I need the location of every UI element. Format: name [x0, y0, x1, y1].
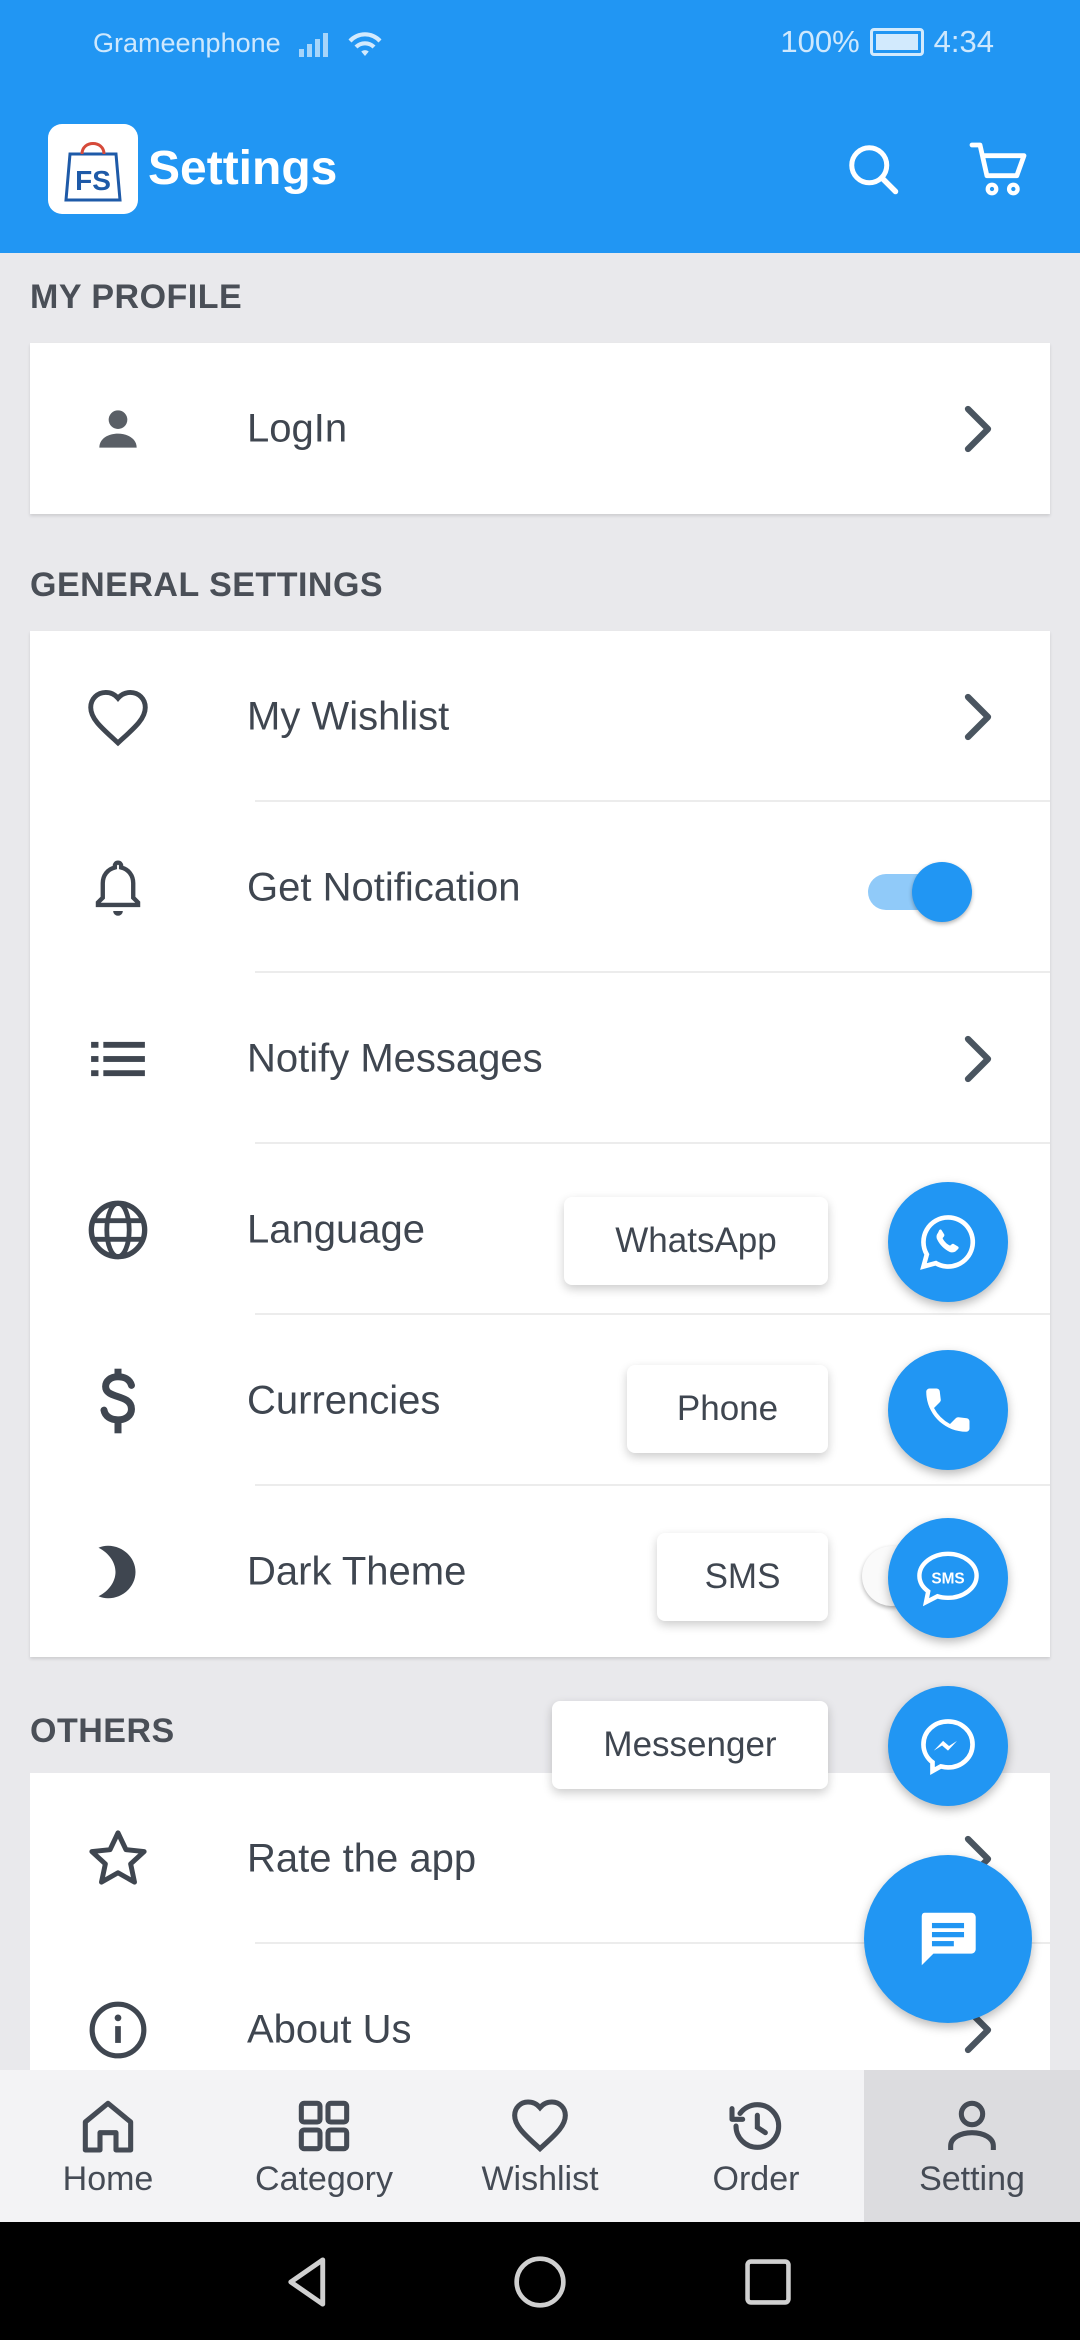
back-button[interactable] [278, 2252, 338, 2312]
chevron-right-icon [964, 405, 992, 452]
status-right: 100% 4:34 [780, 24, 994, 60]
recents-button[interactable] [738, 2252, 798, 2312]
phone-icon [926, 1388, 970, 1432]
app-bar: FS Settings [0, 86, 1080, 253]
toggle-knob [912, 861, 972, 922]
search-button[interactable] [838, 134, 908, 204]
general-settings-card: My Wishlist Get Notification Notify Mess… [30, 631, 1050, 1657]
nav-category[interactable]: Category [216, 2070, 432, 2222]
profile-card: LogIn [30, 343, 1050, 514]
bottom-nav: Home Category Wishlist Order Setting [0, 2070, 1080, 2222]
whatsapp-icon [920, 1215, 976, 1270]
chat-fab-button[interactable] [864, 1855, 1032, 2023]
person-icon [82, 393, 154, 465]
sms-icon-text: SMS [931, 1571, 964, 1588]
section-title-others: OTHERS [30, 1712, 175, 1750]
currencies-label: Currencies [247, 1378, 441, 1422]
info-icon [82, 1994, 154, 2066]
dollar-icon [82, 1365, 154, 1437]
bell-icon [82, 852, 154, 924]
whatsapp-option-label[interactable]: WhatsApp [564, 1197, 828, 1285]
notification-label: Get Notification [247, 865, 521, 909]
rate-app-label: Rate the app [247, 1836, 477, 1880]
messenger-icon [921, 1719, 975, 1776]
page-title: Settings [148, 142, 338, 195]
nav-category-label: Category [255, 2160, 393, 2198]
nav-home[interactable]: Home [0, 2070, 216, 2222]
notification-row: Get Notification [30, 802, 1050, 973]
system-nav-bar [0, 2222, 1080, 2340]
cart-icon [969, 142, 1027, 196]
search-icon [849, 145, 899, 195]
heart-icon [512, 2099, 568, 2153]
phone-button[interactable] [888, 1350, 1008, 1470]
language-label: Language [247, 1207, 425, 1251]
nav-setting-label: Setting [919, 2160, 1025, 2198]
about-us-label: About Us [247, 2007, 412, 2051]
login-row[interactable]: LogIn [30, 343, 1050, 514]
battery-icon [869, 28, 924, 56]
person-outline-icon [948, 2100, 996, 2150]
status-bar: Grameenphone 100% 4:34 [0, 0, 1080, 86]
sms-icon: SMS [917, 1551, 979, 1607]
nav-order[interactable]: Order [648, 2070, 864, 2222]
notify-messages-row[interactable]: Notify Messages [30, 973, 1050, 1144]
section-title-general: GENERAL SETTINGS [30, 566, 384, 604]
recents-square-icon [745, 2259, 791, 2305]
messenger-option-label[interactable]: Messenger [552, 1701, 828, 1789]
phone-option-label[interactable]: Phone [627, 1365, 828, 1453]
history-icon [729, 2102, 782, 2150]
logo-text: FS [75, 165, 111, 196]
status-left: Grameenphone [93, 28, 384, 59]
home-system-button[interactable] [510, 2252, 570, 2312]
wishlist-label: My Wishlist [247, 694, 450, 738]
back-triangle-icon [288, 2257, 326, 2307]
battery-percent: 100% [780, 24, 860, 59]
sms-button[interactable]: SMS [888, 1518, 1008, 1638]
heart-icon [82, 681, 154, 753]
nav-order-label: Order [712, 2160, 800, 2198]
cart-button[interactable] [965, 134, 1035, 204]
carrier-name: Grameenphone [93, 28, 281, 58]
shopping-bag-logo-icon: FS [64, 142, 122, 202]
notify-messages-label: Notify Messages [247, 1036, 543, 1080]
notification-toggle[interactable] [862, 858, 972, 922]
chevron-right-icon [964, 1035, 992, 1082]
nav-home-label: Home [62, 2160, 154, 2198]
home-circle-icon [514, 2256, 566, 2308]
nav-wishlist-label: Wishlist [481, 2160, 599, 2198]
section-title-profile: MY PROFILE [30, 278, 243, 316]
sms-option-label[interactable]: SMS [657, 1533, 828, 1621]
list-icon [82, 1023, 154, 1095]
signal-icon [298, 31, 328, 57]
chat-icon [921, 1912, 976, 1966]
home-icon [82, 2100, 134, 2153]
globe-icon [82, 1194, 154, 1266]
moon-icon [82, 1536, 154, 1608]
grid-icon [298, 2100, 350, 2152]
whatsapp-button[interactable] [888, 1182, 1008, 1302]
login-label: LogIn [247, 406, 348, 450]
app-logo: FS [48, 124, 138, 214]
wishlist-row[interactable]: My Wishlist [30, 631, 1050, 802]
nav-wishlist[interactable]: Wishlist [432, 2070, 648, 2222]
wifi-icon [348, 31, 382, 56]
dark-theme-label: Dark Theme [247, 1549, 467, 1593]
star-icon [82, 1823, 154, 1895]
clock: 4:34 [933, 24, 994, 59]
chevron-right-icon [964, 693, 992, 740]
messenger-button[interactable] [888, 1686, 1008, 1806]
nav-setting[interactable]: Setting [864, 2070, 1080, 2222]
